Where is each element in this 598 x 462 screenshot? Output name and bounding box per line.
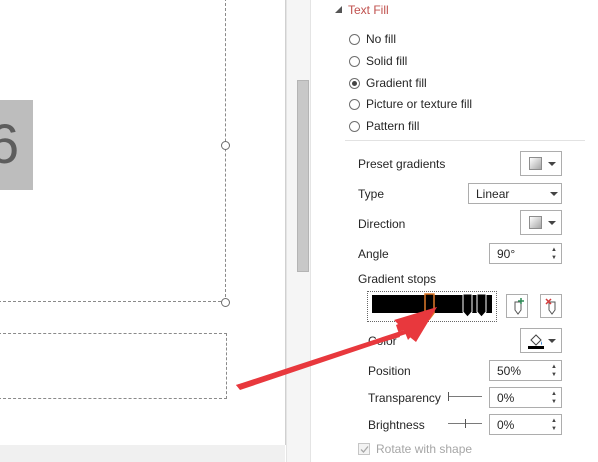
annotation-arrow <box>236 307 437 390</box>
